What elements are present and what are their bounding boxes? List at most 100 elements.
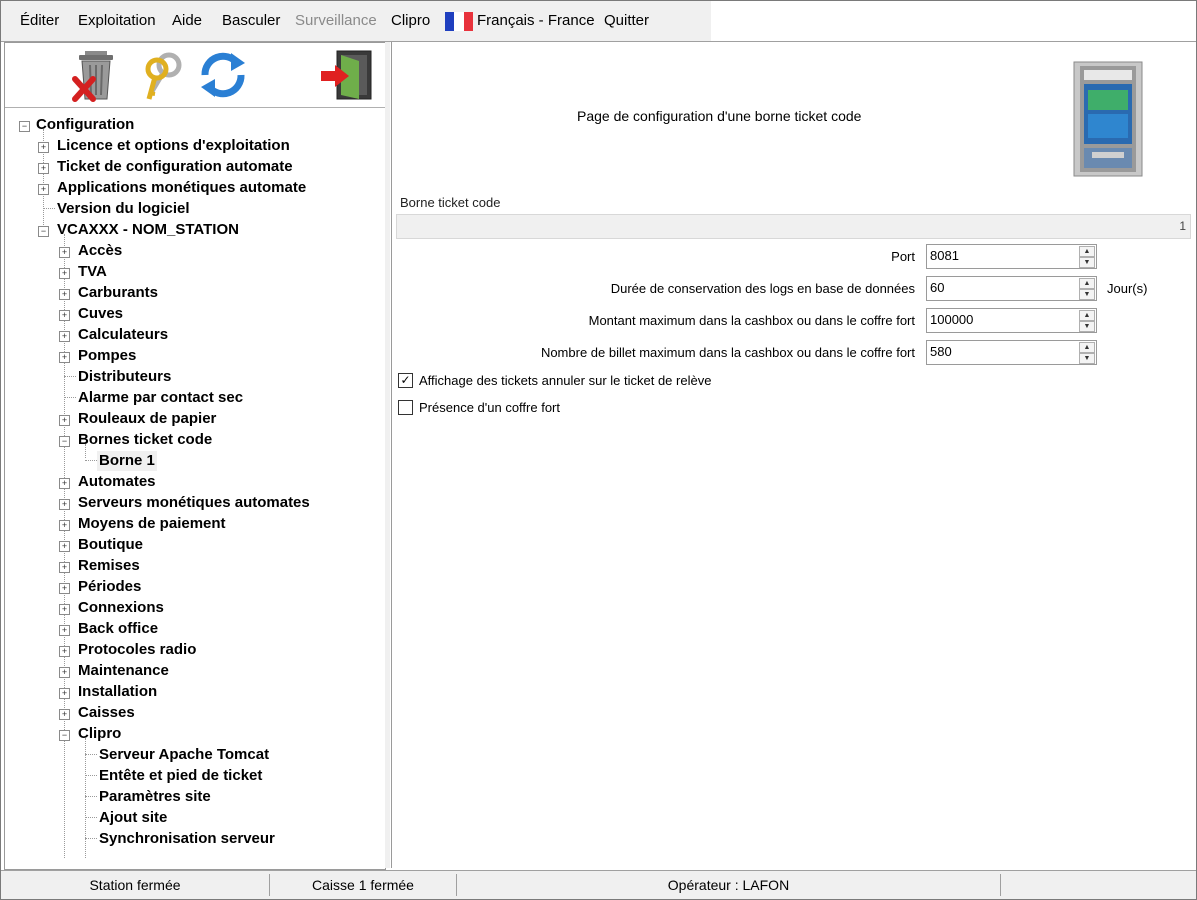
port-up-icon[interactable]: ▲	[1079, 246, 1095, 257]
tree-item-ticket-config[interactable]: Ticket de configuration automate	[57, 157, 293, 177]
port-label: Port	[891, 249, 915, 264]
logs-duration-value[interactable]: 60	[930, 280, 944, 295]
tree-item-connexions[interactable]: Connexions	[78, 598, 164, 618]
tree-item-automates[interactable]: Automates	[78, 472, 156, 492]
expand-cuves-icon[interactable]: +	[59, 310, 70, 321]
expand-carburants-icon[interactable]: +	[59, 289, 70, 300]
tree-item-tomcat[interactable]: Serveur Apache Tomcat	[99, 745, 269, 765]
tree-item-applications[interactable]: Applications monétiques automate	[57, 178, 306, 198]
tree-item-maintenance[interactable]: Maintenance	[78, 661, 169, 681]
expand-calculateurs-icon[interactable]: +	[59, 331, 70, 342]
tree-item-boutique[interactable]: Boutique	[78, 535, 143, 555]
menu-editer[interactable]: Éditer	[20, 12, 59, 30]
expand-installation-icon[interactable]: +	[59, 688, 70, 699]
menu-language[interactable]: Français - France	[477, 12, 595, 30]
kiosk-icon	[1072, 60, 1144, 178]
menu-surveillance[interactable]: Surveillance	[295, 12, 377, 30]
tree-item-periodes[interactable]: Périodes	[78, 577, 141, 597]
expand-protocoles-icon[interactable]: +	[59, 646, 70, 657]
logs-duration-spinbox[interactable]: 60 ▲ ▼	[926, 276, 1097, 301]
max-bills-up-icon[interactable]: ▲	[1079, 342, 1095, 353]
menu-exploitation[interactable]: Exploitation	[78, 12, 156, 30]
menu-quitter[interactable]: Quitter	[604, 12, 649, 30]
tree-item-version[interactable]: Version du logiciel	[57, 199, 190, 219]
expand-remises-icon[interactable]: +	[59, 562, 70, 573]
tree-item-alarme[interactable]: Alarme par contact sec	[78, 388, 243, 408]
tree-item-calculateurs[interactable]: Calculateurs	[78, 325, 168, 345]
collapse-station-icon[interactable]: −	[38, 226, 49, 237]
expand-serveurs-icon[interactable]: +	[59, 499, 70, 510]
expand-licence-icon[interactable]: +	[38, 142, 49, 153]
tree-item-entete[interactable]: Entête et pied de ticket	[99, 766, 262, 786]
port-down-icon[interactable]: ▼	[1079, 257, 1095, 268]
tree-item-backoffice[interactable]: Back office	[78, 619, 158, 639]
expand-caisses-icon[interactable]: +	[59, 709, 70, 720]
tree-item-protocoles[interactable]: Protocoles radio	[78, 640, 196, 660]
logs-duration-down-icon[interactable]: ▼	[1079, 289, 1095, 300]
max-bills-value[interactable]: 580	[930, 344, 952, 359]
tree-item-installation[interactable]: Installation	[78, 682, 157, 702]
collapse-configuration-icon[interactable]: −	[19, 121, 30, 132]
panel-splitter[interactable]	[385, 42, 390, 868]
collapse-bornes-icon[interactable]: −	[59, 436, 70, 447]
safe-presence-checkbox[interactable]	[398, 400, 413, 415]
expand-maintenance-icon[interactable]: +	[59, 667, 70, 678]
keys-icon[interactable]	[137, 47, 193, 103]
expand-periodes-icon[interactable]: +	[59, 583, 70, 594]
port-value[interactable]: 8081	[930, 248, 959, 263]
tree-item-bornes[interactable]: Bornes ticket code	[78, 430, 212, 450]
logs-duration-up-icon[interactable]: ▲	[1079, 278, 1095, 289]
collapse-clipro-icon[interactable]: −	[59, 730, 70, 741]
expand-ticket-config-icon[interactable]: +	[38, 163, 49, 174]
tree-item-remises[interactable]: Remises	[78, 556, 140, 576]
refresh-icon[interactable]	[195, 47, 251, 103]
tree-item-synchronisation[interactable]: Synchronisation serveur	[99, 829, 275, 849]
tree-item-rouleaux[interactable]: Rouleaux de papier	[78, 409, 216, 429]
tree-item-caisses[interactable]: Caisses	[78, 703, 135, 723]
tree-item-tva[interactable]: TVA	[78, 262, 107, 282]
france-flag-icon[interactable]	[445, 12, 473, 31]
expand-automates-icon[interactable]: +	[59, 478, 70, 489]
trash-delete-icon[interactable]	[69, 47, 125, 103]
section-label: Borne ticket code	[400, 195, 501, 210]
expand-backoffice-icon[interactable]: +	[59, 625, 70, 636]
tree-item-parametres[interactable]: Paramètres site	[99, 787, 211, 807]
tree-item-distributeurs[interactable]: Distributeurs	[78, 367, 171, 387]
tree-item-cuves[interactable]: Cuves	[78, 304, 123, 324]
tree-item-ajout-site[interactable]: Ajout site	[99, 808, 167, 828]
show-cancelled-tickets-checkbox[interactable]: ✓	[398, 373, 413, 388]
menu-clipro[interactable]: Clipro	[391, 12, 430, 30]
safe-presence-label[interactable]: Présence d'un coffre fort	[419, 400, 560, 415]
show-cancelled-tickets-label[interactable]: Affichage des tickets annuler sur le tic…	[419, 373, 711, 388]
left-panel: − + + + − + + + + + + + − + + + + + + + …	[4, 42, 386, 870]
tree-item-station[interactable]: VCAXXX - NOM_STATION	[57, 220, 239, 240]
max-amount-up-icon[interactable]: ▲	[1079, 310, 1095, 321]
menu-basculer[interactable]: Basculer	[222, 12, 280, 30]
tree-item-pompes[interactable]: Pompes	[78, 346, 136, 366]
expand-pompes-icon[interactable]: +	[59, 352, 70, 363]
max-amount-down-icon[interactable]: ▼	[1079, 321, 1095, 332]
tree-item-licence[interactable]: Licence et options d'exploitation	[57, 136, 290, 156]
menu-aide[interactable]: Aide	[172, 12, 202, 30]
expand-tva-icon[interactable]: +	[59, 268, 70, 279]
tree-item-borne-1[interactable]: Borne 1	[97, 451, 157, 471]
expand-connexions-icon[interactable]: +	[59, 604, 70, 615]
tree-item-acces[interactable]: Accès	[78, 241, 122, 261]
tree-item-carburants[interactable]: Carburants	[78, 283, 158, 303]
max-bills-spinbox[interactable]: 580 ▲ ▼	[926, 340, 1097, 365]
tree-item-configuration[interactable]: Configuration	[36, 115, 134, 135]
expand-moyens-icon[interactable]: +	[59, 520, 70, 531]
tree-item-clipro[interactable]: Clipro	[78, 724, 121, 744]
port-spinbox[interactable]: 8081 ▲ ▼	[926, 244, 1097, 269]
expand-acces-icon[interactable]: +	[59, 247, 70, 258]
expand-rouleaux-icon[interactable]: +	[59, 415, 70, 426]
tree-item-serveurs[interactable]: Serveurs monétiques automates	[78, 493, 310, 513]
tree-item-moyens[interactable]: Moyens de paiement	[78, 514, 226, 534]
max-amount-value[interactable]: 100000	[930, 312, 973, 327]
section-value: 1	[1179, 219, 1186, 233]
expand-boutique-icon[interactable]: +	[59, 541, 70, 552]
expand-applications-icon[interactable]: +	[38, 184, 49, 195]
max-bills-down-icon[interactable]: ▼	[1079, 353, 1095, 364]
exit-door-icon[interactable]	[319, 47, 375, 103]
max-amount-spinbox[interactable]: 100000 ▲ ▼	[926, 308, 1097, 333]
